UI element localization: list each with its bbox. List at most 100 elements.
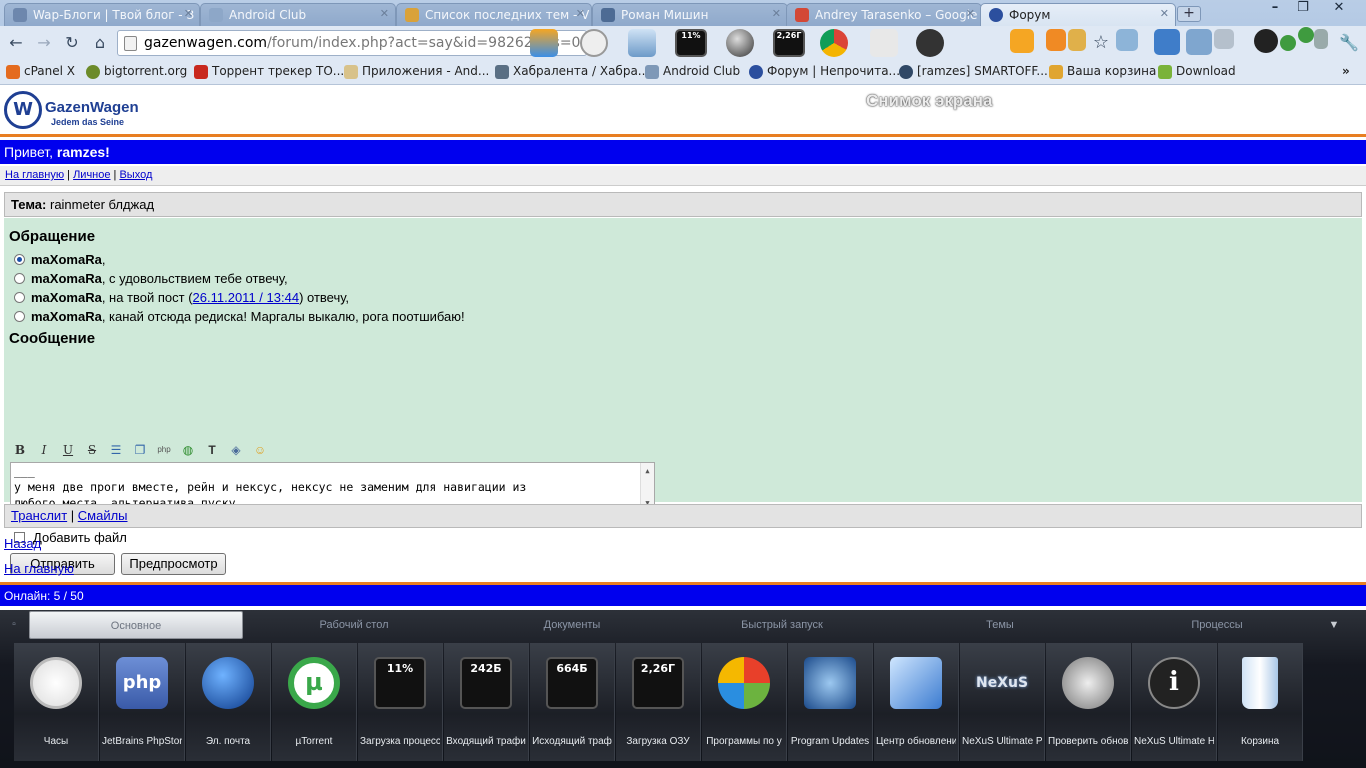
chevron-down-icon[interactable]: ▼ [1326, 611, 1342, 639]
browser-tab-gplus[interactable]: Andrey Tarasenko – Google ✕ [786, 3, 982, 26]
info-icon[interactable] [1254, 29, 1278, 53]
quote-icon[interactable]: ❐ [132, 442, 148, 458]
dock-item-check-updates[interactable]: Проверить обнов [1046, 643, 1131, 761]
address-bar[interactable]: gazenwagen.com/forum/index.php?act=say&i… [117, 30, 587, 56]
dock-tab-themes[interactable]: Темы [894, 611, 1106, 639]
moon-icon[interactable] [726, 29, 754, 57]
text-color-icon[interactable]: T [204, 442, 220, 458]
rss-icon[interactable] [1046, 29, 1066, 51]
bookmark-smartoff[interactable]: [ramzes] SMARTOFF... [899, 64, 1048, 79]
address-option-3[interactable]: maXomaRa, на твой пост (26.11.2011 / 13:… [14, 290, 349, 305]
bookmark-cart[interactable]: Ваша корзина [1049, 64, 1156, 79]
star-icon[interactable]: ☆ [1090, 32, 1112, 54]
utorrent-icon[interactable] [1298, 27, 1314, 43]
utorrent-icon[interactable] [1280, 35, 1296, 51]
dock-item-windows-update[interactable]: Центр обновлени [874, 643, 959, 761]
close-icon[interactable]: ✕ [380, 7, 389, 20]
dock-item-clock[interactable]: Часы [14, 643, 99, 761]
mail-icon[interactable] [870, 29, 898, 57]
nav-personal-link[interactable]: Личное [73, 169, 110, 181]
bold-icon[interactable]: B [12, 442, 28, 458]
bookmark-torrent-tracker[interactable]: Торрент трекер ТО... [194, 64, 344, 79]
dock-item-nexus[interactable]: NeXuS NeXuS Ultimate Pr [960, 643, 1045, 761]
browser-tab-topics[interactable]: Список последних тем - V ✕ [396, 3, 592, 26]
bookmark-android-club[interactable]: Android Club [645, 64, 740, 79]
extension-icon[interactable] [1214, 29, 1234, 49]
dock-tab-processes[interactable]: Процессы [1110, 611, 1324, 639]
close-icon[interactable]: ✕ [772, 7, 781, 20]
ram-meter-icon[interactable]: 2,26Г [773, 29, 805, 57]
home-icon[interactable]: ⌂ [89, 32, 111, 54]
bookmark-download[interactable]: Download [1158, 64, 1236, 79]
radio-button[interactable] [14, 254, 25, 265]
bookmark-forum[interactable]: Форум | Непрочита... [749, 64, 900, 79]
dock-tab-desktop[interactable]: Рабочий стол [250, 611, 458, 639]
forward-icon[interactable]: → [33, 32, 55, 54]
dock-item-default-programs[interactable]: Программы по у [702, 643, 787, 761]
new-tab-button[interactable]: + [1177, 6, 1201, 22]
recycle-bin-icon[interactable] [628, 29, 656, 57]
windows-logo-icon[interactable] [530, 29, 558, 57]
close-icon[interactable]: ✕ [966, 7, 975, 20]
media-player-icon[interactable] [1010, 29, 1034, 53]
maximize-button[interactable]: ❐ [1288, 0, 1318, 18]
browser-tab-wap[interactable]: Wap-Блоги | Твой блог - З ✕ [4, 3, 200, 26]
bookmark-cpanel[interactable]: cPanel X [6, 64, 75, 79]
dock-item-nexus-help[interactable]: i NeXuS Ultimate H [1132, 643, 1217, 761]
minimize-button[interactable]: – [1260, 0, 1290, 18]
webcam-icon[interactable] [916, 29, 944, 57]
browser-tab-android[interactable]: Android Club ✕ [200, 3, 396, 26]
translit-link[interactable]: Транслит [11, 508, 67, 523]
extension-icon[interactable] [1116, 29, 1138, 51]
dock-menu-icon[interactable]: ▫ [6, 611, 22, 639]
chrome-icon[interactable] [820, 29, 848, 57]
volume-icon[interactable] [1314, 29, 1328, 49]
font-icon[interactable]: ◈ [228, 442, 244, 458]
wrench-icon[interactable]: 🔧 [1338, 32, 1360, 54]
dock-item-recycle-bin[interactable]: Корзина [1218, 643, 1303, 761]
notes-icon[interactable] [1154, 29, 1180, 55]
bookmark-apps[interactable]: Приложения - And... [344, 64, 489, 79]
strikethrough-icon[interactable]: S [84, 442, 100, 458]
address-option-2[interactable]: maXomaRa, с удовольствием тебе отвечу, [14, 271, 288, 286]
dock-item-mail[interactable]: Эл. почта [186, 643, 271, 761]
dock-item-utorrent[interactable]: µ µTorrent [272, 643, 357, 761]
dock-item-program-updates[interactable]: Program Updates [788, 643, 873, 761]
clock-icon[interactable] [580, 29, 608, 57]
radio-button[interactable] [14, 292, 25, 303]
dock-item-traffic-out[interactable]: 664Б Исходящий траф [530, 643, 615, 761]
dock-tab-main[interactable]: Основное [29, 611, 243, 639]
post-date-link[interactable]: 26.11.2011 / 13:44 [193, 290, 300, 305]
nav-home-link[interactable]: На главную [5, 169, 64, 181]
link-icon[interactable]: ◍ [180, 442, 196, 458]
dock-tab-quick-launch[interactable]: Быстрый запуск [680, 611, 884, 639]
browser-tab-roman[interactable]: Роман Мишин ✕ [592, 3, 788, 26]
pictures-icon[interactable] [1186, 29, 1212, 55]
smiles-link[interactable]: Смайлы [78, 508, 128, 523]
dock-item-traffic-in[interactable]: 242Б Входящий трафи [444, 643, 529, 761]
close-icon[interactable]: ✕ [576, 7, 585, 20]
bookmark-bigtorrent[interactable]: bigtorrent.org [86, 64, 187, 79]
italic-icon[interactable]: I [36, 442, 52, 458]
reload-icon[interactable]: ↻ [61, 32, 83, 54]
smiley-icon[interactable]: ☺ [252, 442, 268, 458]
php-code-icon[interactable]: php [156, 442, 172, 458]
back-link[interactable]: Назад [4, 536, 41, 551]
dock-item-ram[interactable]: 2,26Г Загрузка ОЗУ [616, 643, 701, 761]
bookmarks-overflow-icon[interactable]: » [1342, 64, 1350, 78]
home-link[interactable]: На главную [4, 561, 74, 576]
extension-icon[interactable] [1068, 29, 1086, 51]
preview-button[interactable]: Предпросмотр [121, 553, 226, 575]
dock-tab-documents[interactable]: Документы [466, 611, 678, 639]
dock-item-cpu[interactable]: 11% Загрузка процесс [358, 643, 443, 761]
close-icon[interactable]: ✕ [1160, 7, 1169, 20]
underline-icon[interactable]: U [60, 442, 76, 458]
bookmark-habr[interactable]: Хабралента / Хабра... [495, 64, 649, 79]
back-icon[interactable]: ← [5, 32, 27, 54]
address-option-4[interactable]: maXomaRa, канай отсюда редиска! Маргалы … [14, 309, 465, 324]
nav-logout-link[interactable]: Выход [119, 169, 152, 181]
address-option-1[interactable]: maXomaRa, [14, 252, 105, 267]
browser-tab-forum[interactable]: Форум ✕ [980, 3, 1176, 26]
radio-button[interactable] [14, 311, 25, 322]
close-window-button[interactable]: ✕ [1324, 0, 1354, 18]
